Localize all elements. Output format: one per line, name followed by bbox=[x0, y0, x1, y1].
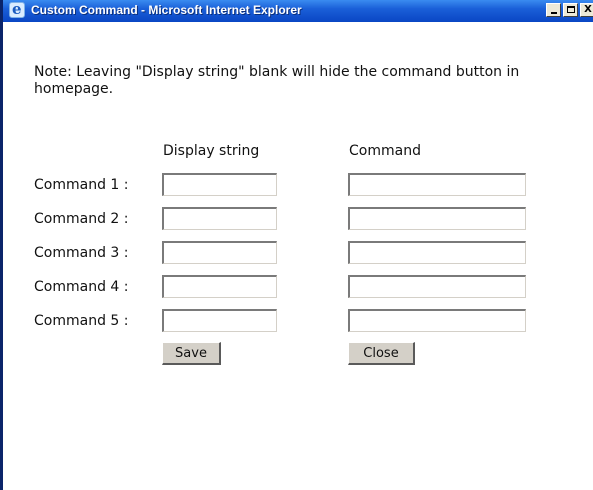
window-close-button[interactable]: X bbox=[580, 3, 593, 17]
maximize-button[interactable] bbox=[563, 3, 578, 17]
command-5-label: Command 5 : bbox=[34, 313, 129, 329]
minimize-button[interactable] bbox=[546, 3, 561, 17]
command-3-command-input[interactable] bbox=[348, 241, 526, 264]
command-5-display-input[interactable] bbox=[162, 309, 277, 332]
internet-explorer-icon bbox=[9, 0, 25, 18]
command-2-command-input[interactable] bbox=[348, 207, 526, 230]
column-header-command: Command bbox=[349, 143, 421, 159]
command-3-label: Command 3 : bbox=[34, 245, 129, 261]
command-2-label: Command 2 : bbox=[34, 211, 129, 227]
command-3-display-input[interactable] bbox=[162, 241, 277, 264]
command-5-command-input[interactable] bbox=[348, 309, 526, 332]
command-1-display-input[interactable] bbox=[162, 173, 277, 196]
command-1-command-input[interactable] bbox=[348, 173, 526, 196]
column-header-display-string: Display string bbox=[163, 143, 260, 159]
command-4-display-input[interactable] bbox=[162, 275, 277, 298]
command-4-command-input[interactable] bbox=[348, 275, 526, 298]
minimize-icon bbox=[551, 12, 557, 14]
ie-popup-window: Custom Command - Microsoft Internet Expl… bbox=[0, 0, 593, 490]
maximize-icon bbox=[567, 6, 575, 13]
command-1-label: Command 1 : bbox=[34, 177, 129, 193]
close-icon: X bbox=[584, 4, 592, 15]
close-button[interactable]: Close bbox=[348, 342, 415, 365]
window-title: Custom Command - Microsoft Internet Expl… bbox=[31, 3, 302, 17]
note-text: Note: Leaving "Display string" blank wil… bbox=[34, 64, 520, 97]
command-4-label: Command 4 : bbox=[34, 279, 129, 295]
save-button[interactable]: Save bbox=[162, 342, 221, 365]
title-bar[interactable]: Custom Command - Microsoft Internet Expl… bbox=[3, 0, 593, 22]
command-2-display-input[interactable] bbox=[162, 207, 277, 230]
